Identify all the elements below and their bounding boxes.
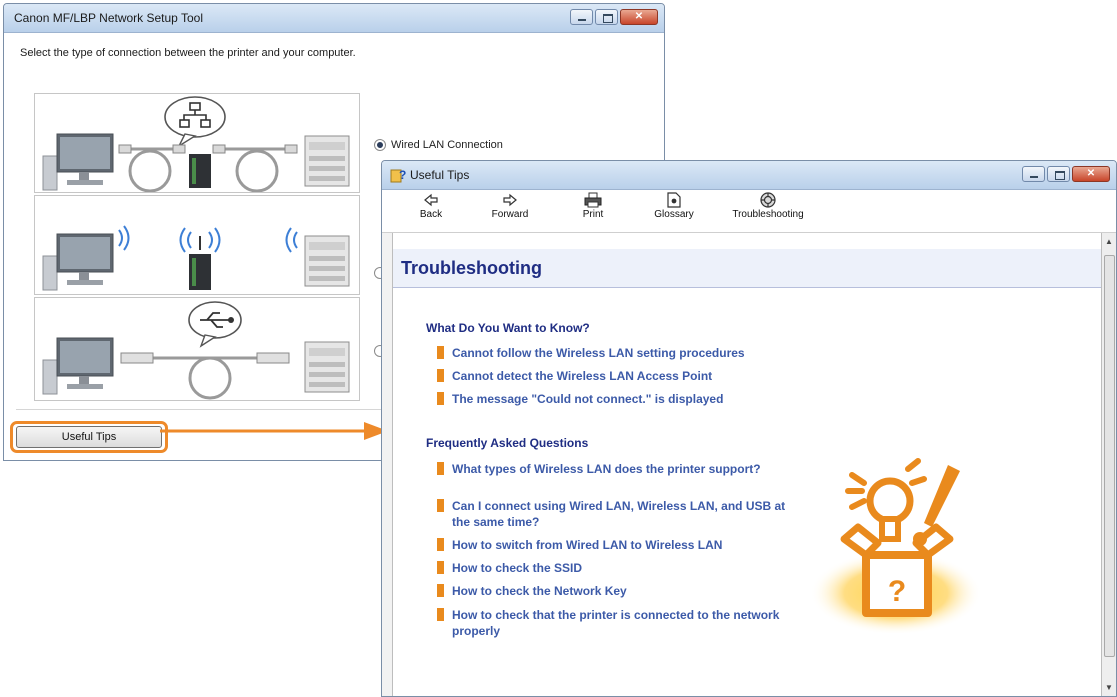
- print-label: Print: [582, 209, 604, 220]
- tips-window-title: Useful Tips: [410, 168, 470, 182]
- minimize-button[interactable]: [1022, 166, 1045, 182]
- glossary-label: Glossary: [654, 209, 694, 220]
- glossary-icon: [667, 192, 681, 208]
- radio-button[interactable]: [374, 139, 386, 151]
- help-link-text[interactable]: The message "Could not connect." is disp…: [452, 391, 723, 407]
- minimize-button[interactable]: [570, 9, 593, 25]
- help-link-text[interactable]: Cannot detect the Wireless LAN Access Po…: [452, 368, 712, 384]
- printer-icon: [304, 235, 350, 287]
- scroll-down-icon[interactable]: ▼: [1105, 683, 1113, 692]
- page-title: Troubleshooting: [401, 258, 542, 278]
- wired-lan-diagram: [34, 93, 360, 193]
- radio-wired-lan[interactable]: Wired LAN Connection: [374, 139, 503, 151]
- computer-icon: [42, 133, 114, 191]
- router-icon: [189, 154, 211, 188]
- page-title-bar: Troubleshooting: [393, 249, 1101, 288]
- printer-icon: [584, 192, 602, 208]
- faq-link-text[interactable]: What types of Wireless LAN does the prin…: [452, 461, 761, 477]
- print-button[interactable]: Print: [578, 192, 608, 220]
- faq-link[interactable]: What types of Wireless LAN does the prin…: [437, 461, 777, 477]
- bullet-icon: [437, 538, 444, 551]
- maximize-button[interactable]: [595, 9, 618, 25]
- setup-window-title: Canon MF/LBP Network Setup Tool: [14, 11, 203, 25]
- faq-link[interactable]: Can I connect using Wired LAN, Wireless …: [437, 498, 792, 530]
- faq-link[interactable]: How to check that the printer is connect…: [437, 607, 782, 639]
- maximize-button[interactable]: [1047, 166, 1070, 182]
- help-link[interactable]: Cannot follow the Wireless LAN setting p…: [437, 345, 745, 361]
- faq-link-text[interactable]: How to check the SSID: [452, 560, 582, 576]
- section-title: What Do You Want to Know?: [426, 321, 590, 335]
- troubleshooting-label: Troubleshooting: [732, 209, 804, 220]
- faq-link-text[interactable]: How to check the Network Key: [452, 583, 627, 599]
- scroll-up-icon[interactable]: ▲: [1105, 237, 1113, 246]
- back-arrow-icon: [424, 193, 438, 207]
- bullet-icon: [437, 346, 444, 359]
- back-label: Back: [419, 209, 443, 220]
- section-title: Frequently Asked Questions: [426, 436, 589, 450]
- lightbulb-box-icon: ?: [810, 458, 982, 633]
- faq-link[interactable]: How to switch from Wired LAN to Wireless…: [437, 537, 722, 553]
- forward-label: Forward: [491, 209, 529, 220]
- usb-bubble-icon: [188, 301, 242, 348]
- computer-icon: [42, 233, 114, 291]
- close-button[interactable]: [1072, 166, 1110, 182]
- faq-link[interactable]: How to check the Network Key: [437, 583, 627, 599]
- computer-icon: [42, 337, 114, 395]
- help-book-icon: ?: [390, 168, 406, 183]
- bullet-icon: [437, 584, 444, 597]
- bullet-icon: [437, 608, 444, 621]
- faq-link-text[interactable]: How to check that the printer is connect…: [452, 607, 782, 639]
- useful-tips-window: ? Useful Tips Back Forward: [381, 160, 1117, 697]
- useful-tips-button[interactable]: Useful Tips: [16, 426, 162, 448]
- troubleshooting-button[interactable]: Troubleshooting: [728, 192, 808, 220]
- close-button[interactable]: [620, 9, 658, 25]
- wireless-lan-diagram: [34, 195, 360, 295]
- forward-button[interactable]: Forward: [488, 192, 532, 220]
- tips-title-bar[interactable]: ? Useful Tips: [382, 161, 1116, 190]
- callout-arrow: [160, 422, 388, 440]
- wifi-signal-icon: [118, 225, 298, 253]
- help-link[interactable]: The message "Could not connect." is disp…: [437, 391, 723, 407]
- back-button[interactable]: Back: [416, 192, 446, 220]
- help-link[interactable]: Cannot detect the Wireless LAN Access Po…: [437, 368, 712, 384]
- network-bubble-icon: [164, 96, 226, 148]
- instruction-text: Select the type of connection between th…: [20, 47, 356, 59]
- bullet-icon: [437, 369, 444, 382]
- bullet-icon: [437, 499, 444, 512]
- setup-title-bar[interactable]: Canon MF/LBP Network Setup Tool: [4, 4, 664, 33]
- svg-text:?: ?: [888, 575, 906, 608]
- usb-diagram: [34, 297, 360, 401]
- faq-link[interactable]: How to check the SSID: [437, 560, 582, 576]
- troubleshooting-icon: [760, 192, 776, 208]
- glossary-button[interactable]: Glossary: [650, 192, 698, 220]
- usb-cable-icon: [153, 356, 257, 400]
- svg-text:?: ?: [399, 168, 406, 182]
- bullet-icon: [437, 561, 444, 574]
- tips-content-pane: Troubleshooting What Do You Want to Know…: [392, 233, 1102, 696]
- radio-wired-lan-label: Wired LAN Connection: [391, 139, 503, 151]
- faq-link-text[interactable]: Can I connect using Wired LAN, Wireless …: [452, 498, 792, 530]
- bullet-icon: [437, 462, 444, 475]
- printer-icon: [304, 341, 350, 393]
- access-point-icon: [189, 236, 211, 290]
- tips-toolbar: Back Forward Print Glossary Troubleshoot…: [382, 190, 1116, 233]
- scrollbar-thumb[interactable]: [1104, 255, 1115, 657]
- vertical-scrollbar[interactable]: ▲ ▼: [1102, 233, 1116, 696]
- help-link-text[interactable]: Cannot follow the Wireless LAN setting p…: [452, 345, 745, 361]
- forward-arrow-icon: [503, 193, 517, 207]
- printer-icon: [304, 135, 350, 187]
- faq-link-text[interactable]: How to switch from Wired LAN to Wireless…: [452, 537, 722, 553]
- bullet-icon: [437, 392, 444, 405]
